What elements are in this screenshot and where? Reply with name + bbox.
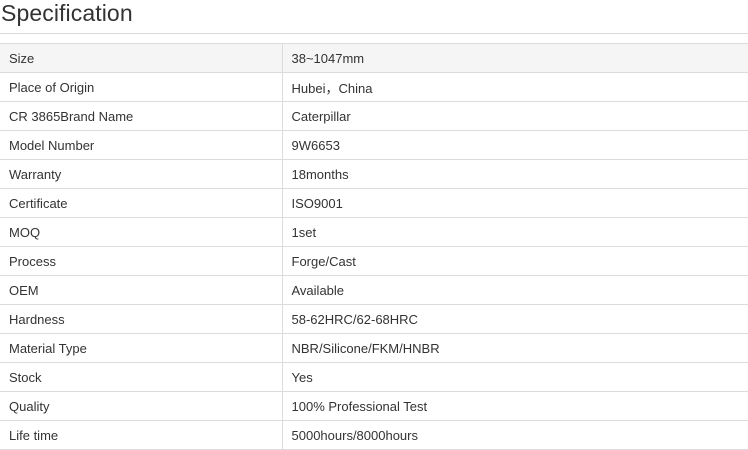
spec-value: Hubei，China [281,72,748,102]
table-row: Process Forge/Cast [0,246,748,276]
spec-label: CR 3865Brand Name [0,101,283,131]
specification-table: Size 38~1047mm Place of Origin Hubei，Chi… [0,43,748,450]
spec-value: 9W6653 [281,130,748,160]
spec-value: 18months [281,159,748,189]
spec-value: Caterpillar [281,101,748,131]
spec-value: 58-62HRC/62-68HRC [281,304,748,334]
spec-value: Yes [281,362,748,392]
spec-label: Life time [0,420,283,450]
spec-label: Stock [0,362,283,392]
table-row: Size 38~1047mm [0,43,748,73]
page-title: Specification [1,0,133,26]
spec-label: Certificate [0,188,283,218]
spec-value: NBR/Silicone/FKM/HNBR [281,333,748,363]
table-row: Quality 100% Professional Test [0,391,748,421]
spec-value: 100% Professional Test [281,391,748,421]
spec-label: Quality [0,391,283,421]
spec-label: Place of Origin [0,72,283,102]
spec-label: Model Number [0,130,283,160]
spec-value: 5000hours/8000hours [281,420,748,450]
spec-value: Available [281,275,748,305]
spec-value: 1set [281,217,748,247]
table-row: Hardness 58-62HRC/62-68HRC [0,304,748,334]
spec-label: MOQ [0,217,283,247]
spec-value: Forge/Cast [281,246,748,276]
table-row: Material Type NBR/Silicone/FKM/HNBR [0,333,748,363]
table-row: Stock Yes [0,362,748,392]
table-row: Model Number 9W6653 [0,130,748,160]
spec-label: Process [0,246,283,276]
spec-label: Size [0,43,283,73]
spec-label: Warranty [0,159,283,189]
table-row: OEM Available [0,275,748,305]
table-row: CR 3865Brand Name Caterpillar [0,101,748,131]
table-row: Life time 5000hours/8000hours [0,420,748,450]
spec-label: Material Type [0,333,283,363]
spec-label: Hardness [0,304,283,334]
table-row: Warranty 18months [0,159,748,189]
section-header: Specification [0,0,748,34]
table-row: MOQ 1set [0,217,748,247]
spec-value: ISO9001 [281,188,748,218]
table-row: Certificate ISO9001 [0,188,748,218]
table-row: Place of Origin Hubei，China [0,72,748,102]
spec-label: OEM [0,275,283,305]
spec-value: 38~1047mm [281,43,748,73]
